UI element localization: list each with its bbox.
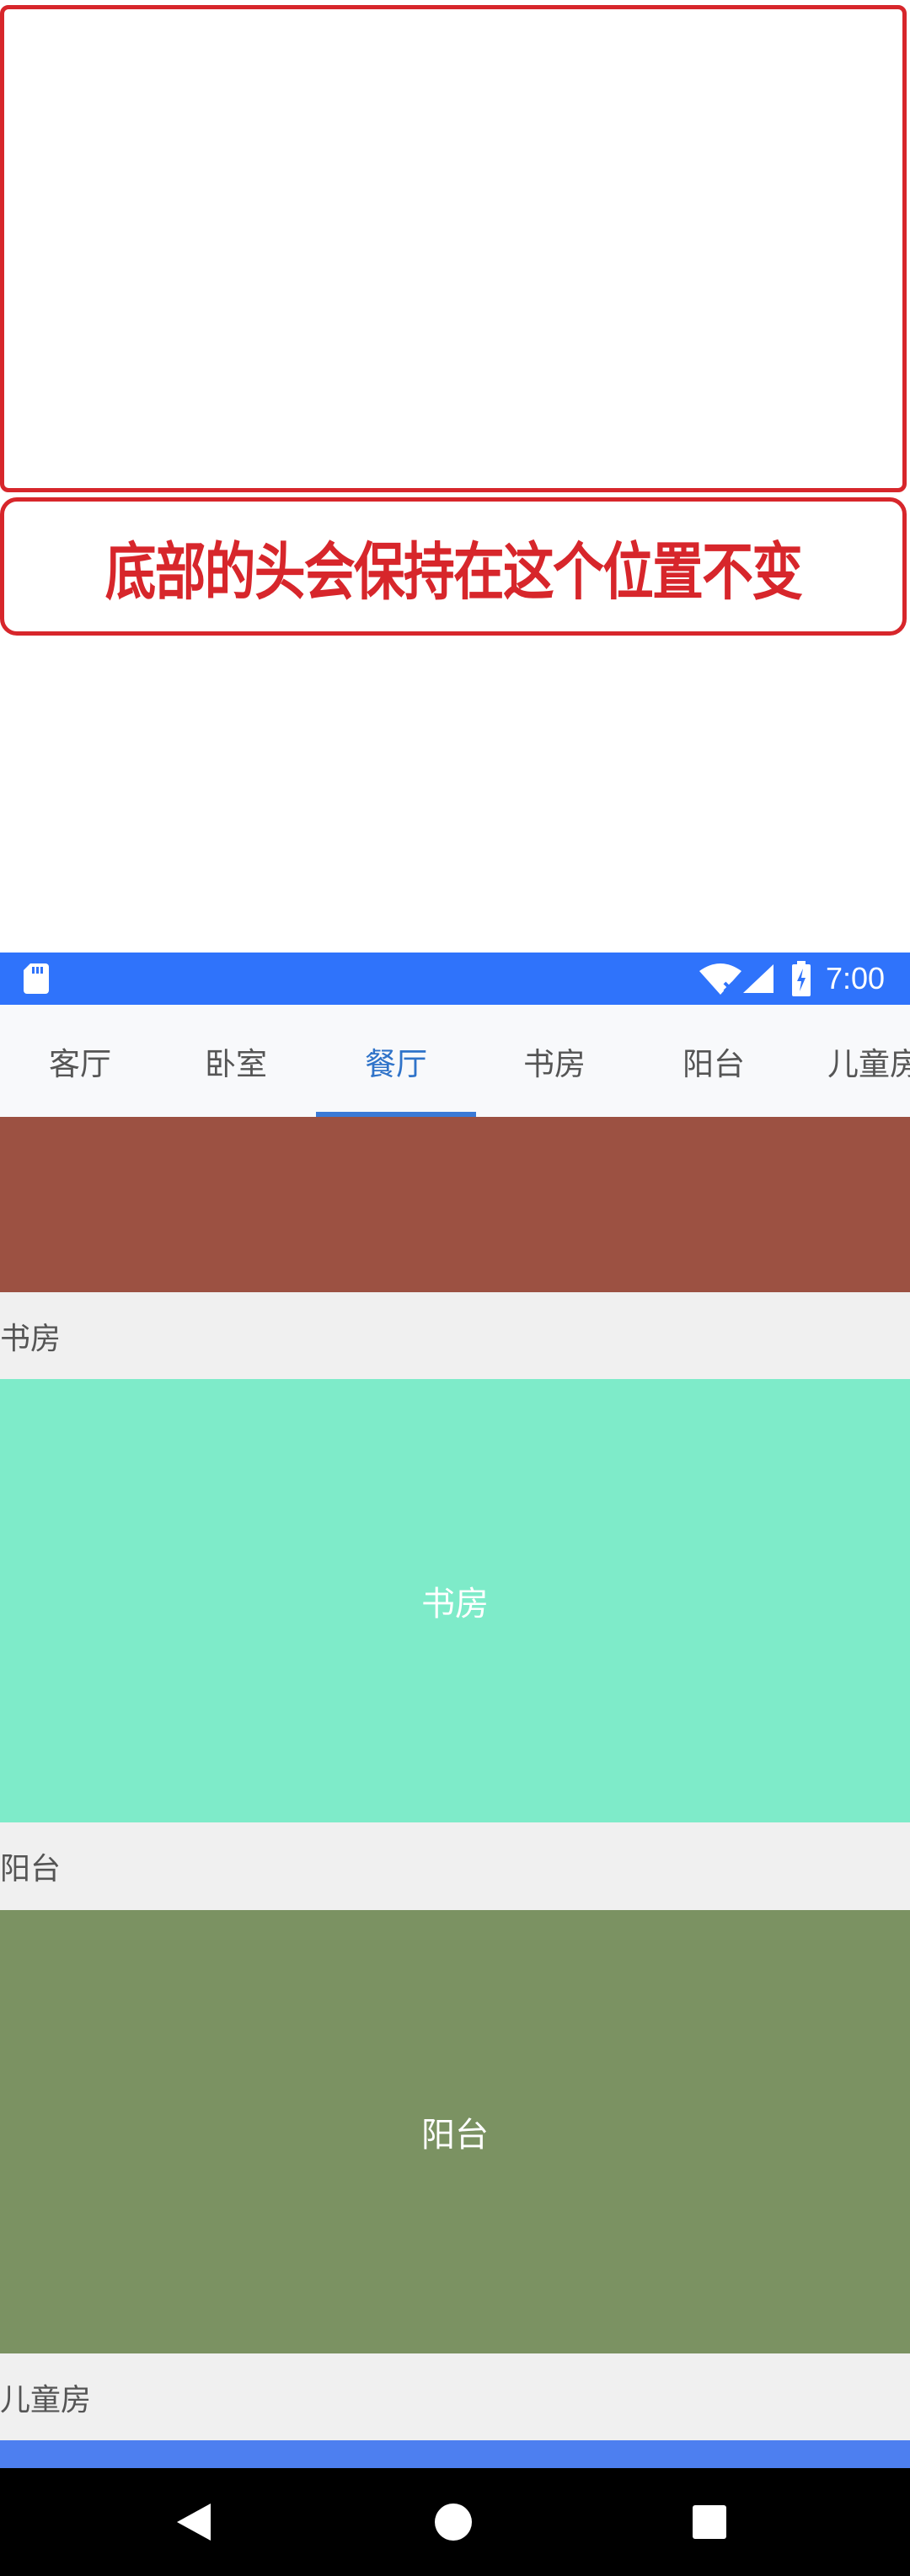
signal-icon	[743, 964, 774, 993]
tab-study[interactable]: 书房	[474, 1005, 634, 1117]
content-block-study: 书房	[0, 1379, 910, 1822]
section-header-kids-room: 儿童房	[0, 2353, 910, 2440]
annotation-frame	[0, 5, 907, 492]
tab-label: 卧室	[205, 1045, 267, 1082]
content-block-label: 书房	[421, 1585, 489, 1623]
content-block-kids-room	[0, 2440, 910, 2468]
tab-balcony[interactable]: 阳台	[634, 1005, 794, 1117]
tab-bar: 客厅 卧室 餐厅 书房 阳台 儿童房	[0, 1005, 910, 1117]
tab-living-room[interactable]: 客厅	[0, 1005, 160, 1117]
content-block-balcony: 阳台	[0, 1910, 910, 2353]
content-block-previous	[0, 1117, 910, 1292]
section-header-balcony: 阳台	[0, 1822, 910, 1910]
annotation-caption: 底部的头会保持在这个位置不变	[104, 535, 803, 609]
section-header-label: 阳台	[0, 1852, 62, 1886]
home-icon[interactable]	[435, 2504, 472, 2541]
annotation-caption-box: 底部的头会保持在这个位置不变	[0, 497, 907, 636]
sd-card-icon	[24, 963, 49, 994]
tab-label: 儿童房	[827, 1045, 910, 1082]
tab-label: 餐厅	[365, 1045, 427, 1082]
tab-dining-room[interactable]: 餐厅	[316, 1005, 476, 1117]
content-block-label: 阳台	[421, 2116, 489, 2155]
battery-charging-icon	[792, 961, 811, 996]
tab-label: 书房	[523, 1045, 586, 1082]
section-header-label: 儿童房	[0, 2382, 92, 2418]
section-header-study: 书房	[0, 1292, 910, 1379]
status-bar: 7:00	[0, 953, 910, 1005]
tab-kids-room[interactable]: 儿童房	[799, 1005, 910, 1117]
tab-label: 阳台	[682, 1045, 745, 1082]
section-header-label: 书房	[0, 1321, 62, 1356]
tab-label: 客厅	[49, 1045, 111, 1082]
recents-icon[interactable]	[693, 2505, 726, 2539]
back-icon[interactable]	[177, 2502, 214, 2542]
wifi-icon	[699, 963, 741, 995]
tab-bedroom[interactable]: 卧室	[156, 1005, 316, 1117]
status-time: 7:00	[826, 961, 886, 996]
